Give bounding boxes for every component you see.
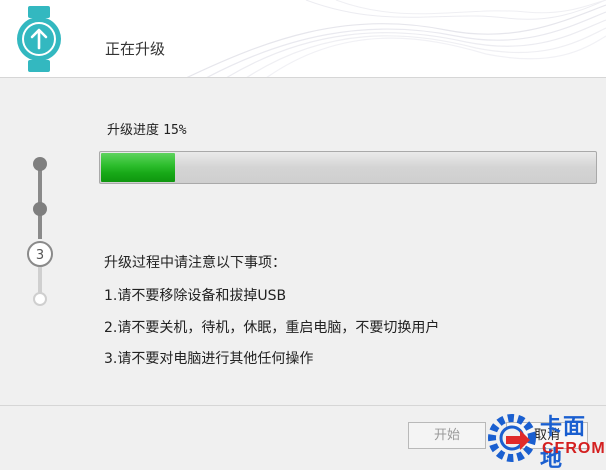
step-4-dot: [33, 292, 47, 306]
dialog-header: 正在升级: [0, 0, 606, 78]
notes-title: 升级过程中请注意以下事项：: [104, 255, 286, 271]
note-item: 1.请不要移除设备和拔掉USB: [104, 288, 287, 304]
progress-percent: 15%: [163, 123, 187, 138]
note-item: 2.请不要关机，待机，休眠，重启电脑，不要切换用户: [104, 320, 440, 336]
progress-label: 升级进度 15%: [107, 119, 187, 138]
step-2-dot: [33, 202, 47, 216]
progress-label-text: 升级进度: [107, 123, 160, 138]
step-indicator: 3: [27, 157, 53, 306]
step-3-label: 3: [36, 248, 44, 263]
decorative-waves: [186, 0, 606, 77]
progress-bar-fill: [101, 153, 175, 182]
note-item: 3.请不要对电脑进行其他任何操作: [104, 351, 314, 367]
smartwatch-upgrade-icon: [17, 6, 61, 72]
progress-bar: [99, 151, 597, 184]
start-button[interactable]: 开始: [408, 422, 486, 449]
window-title: 正在升级: [105, 40, 166, 58]
watermark-en-text: CFROM: [542, 440, 606, 457]
step-1-dot: [33, 157, 47, 171]
